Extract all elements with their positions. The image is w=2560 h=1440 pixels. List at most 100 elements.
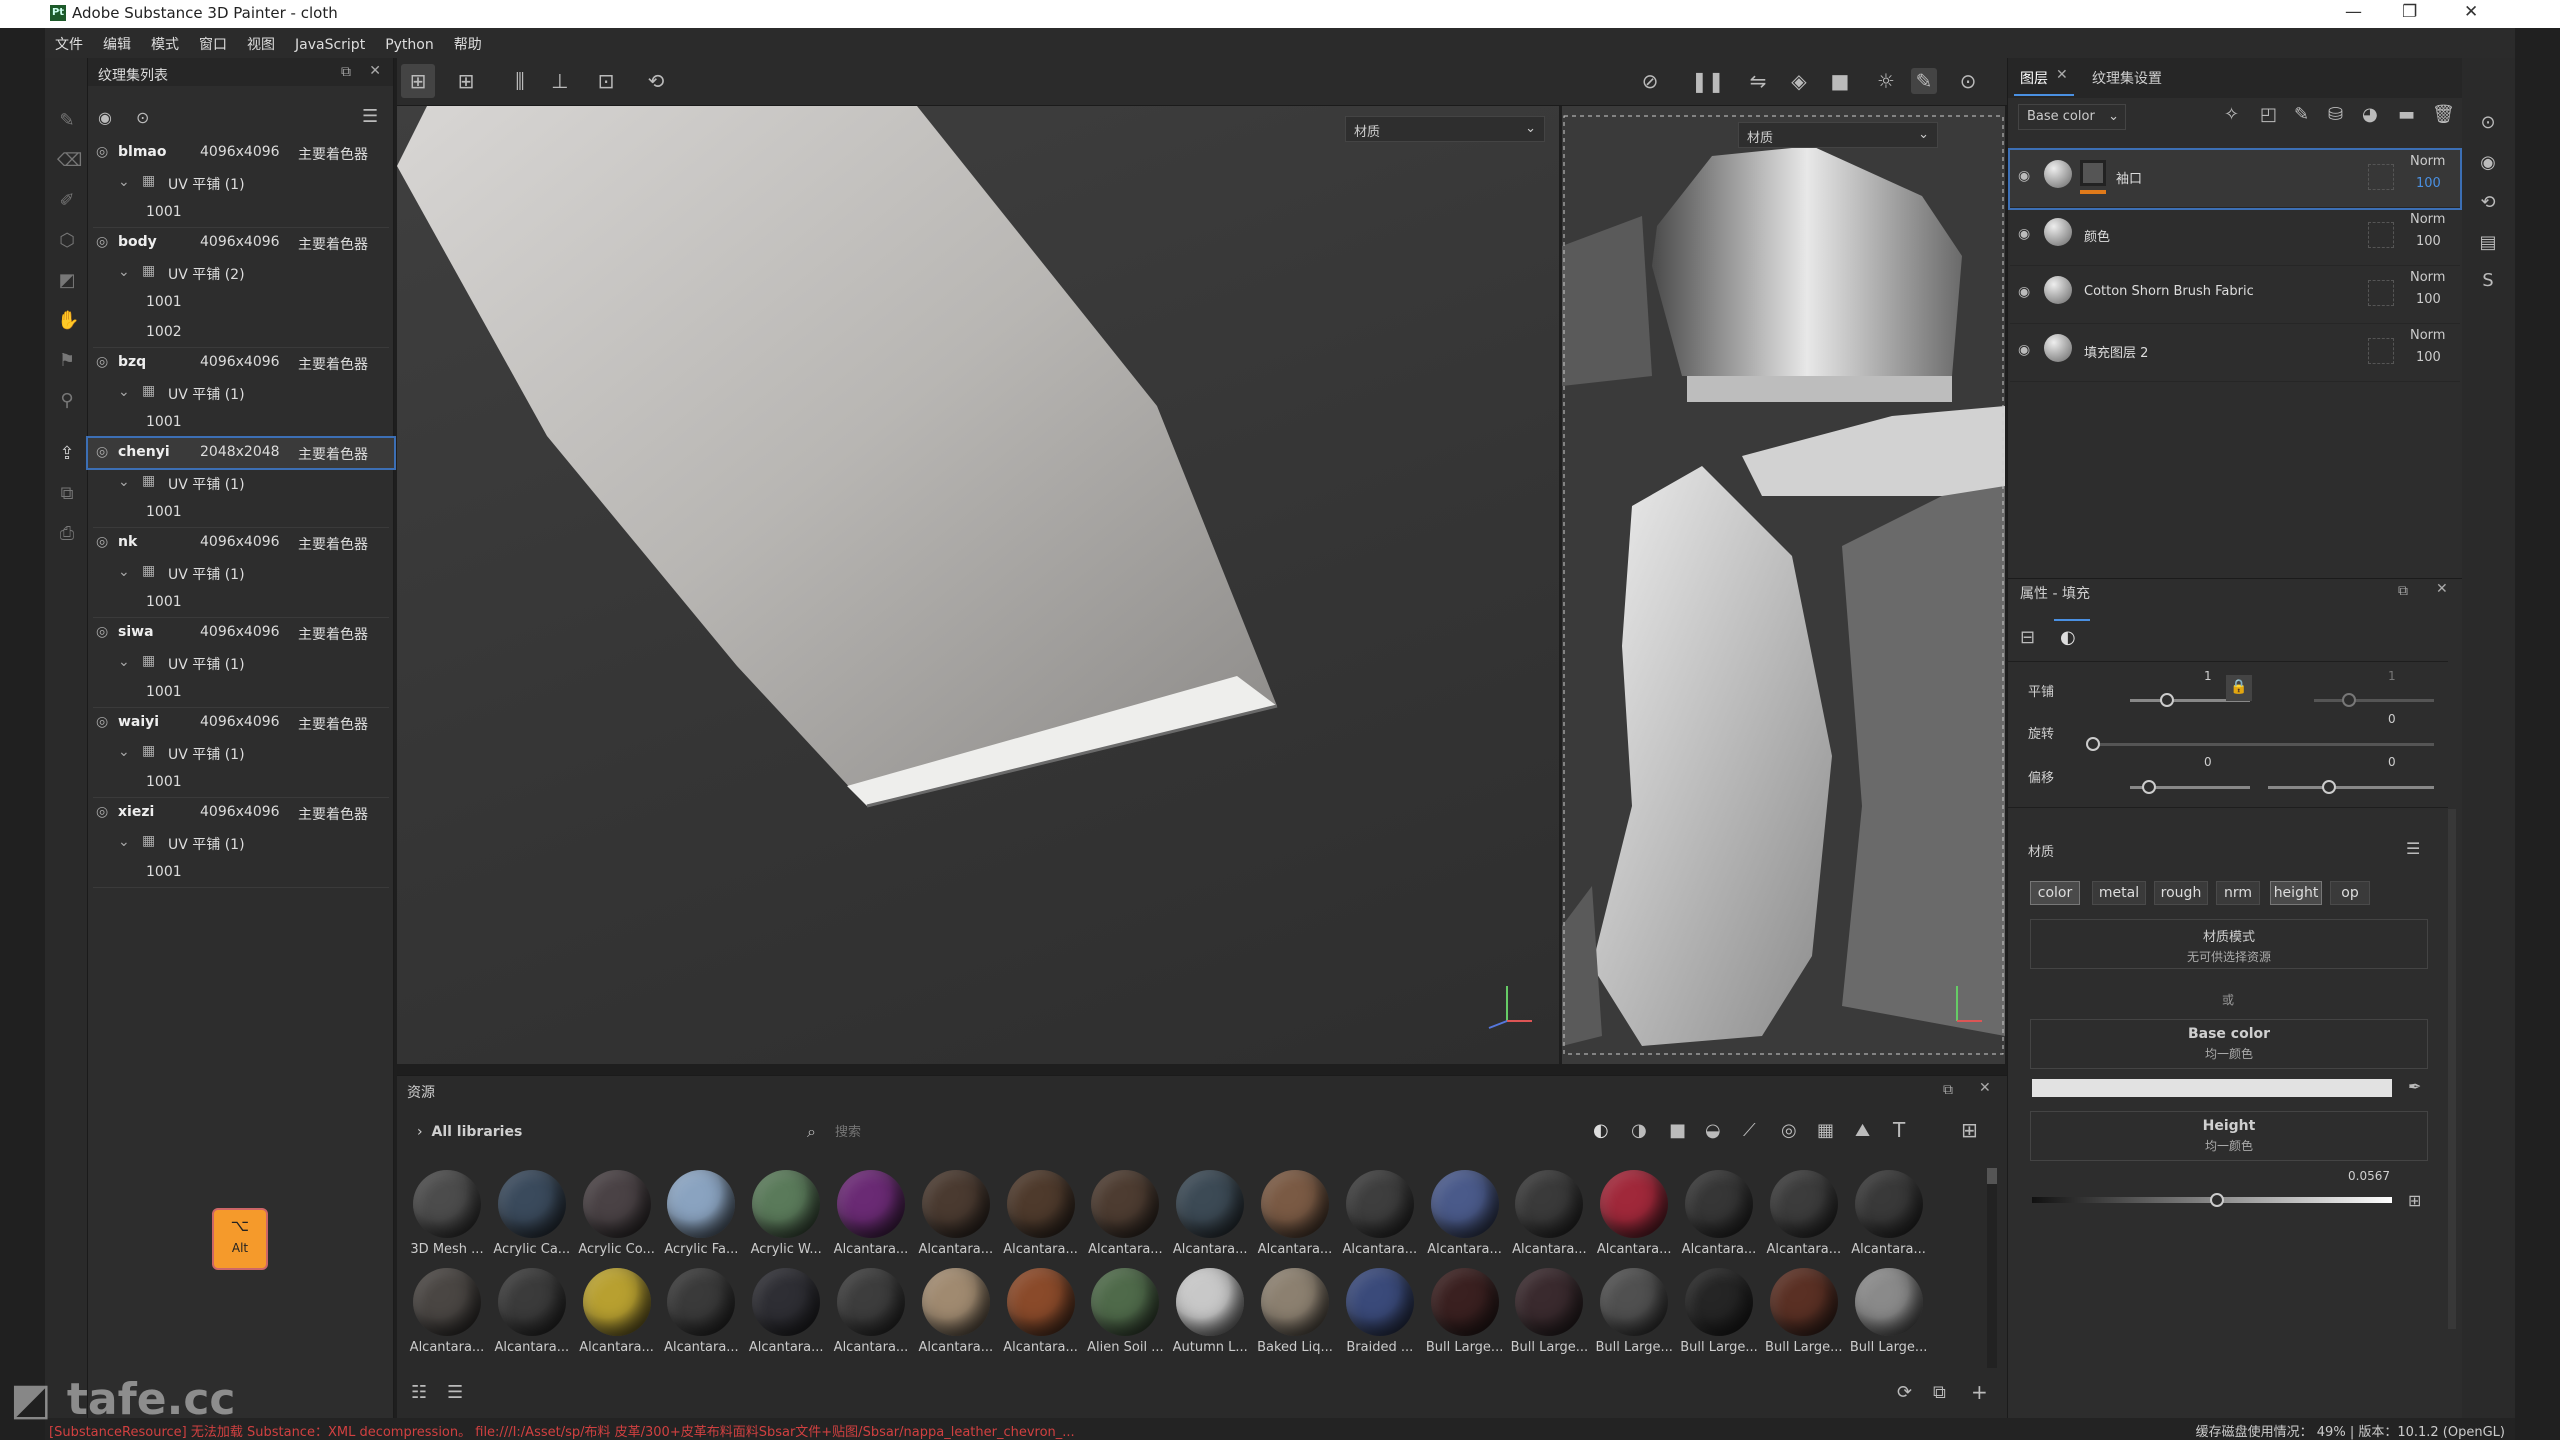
filter-materials-icon[interactable]: ◐ (1593, 1120, 1609, 1141)
eye-icon[interactable]: ◎ (96, 444, 108, 460)
asset-thumbnail[interactable] (1176, 1268, 1245, 1336)
offset-knob[interactable] (2142, 780, 2156, 794)
texture-set-row[interactable]: ◎ nk 4096x4096 主要着色器 (88, 528, 394, 558)
layer-mask-thumbnail[interactable] (2080, 160, 2106, 186)
asset-thumbnail[interactable] (1600, 1170, 1669, 1238)
asset-thumbnail[interactable] (837, 1268, 905, 1336)
history-icon[interactable]: ⟲ (643, 68, 669, 94)
asset-thumbnail[interactable] (1091, 1170, 1160, 1238)
height-box[interactable]: Height 均一颜色 (2030, 1111, 2428, 1161)
eye-icon[interactable]: ◉ (2018, 168, 2030, 184)
filter-particles-icon[interactable]: ◎ (1781, 1120, 1797, 1141)
add-library-icon[interactable]: ☷ (411, 1382, 427, 1403)
filter-masks-icon[interactable]: ■ (1669, 1120, 1686, 1141)
channel-metal-button[interactable]: metal (2092, 881, 2146, 905)
light-icon[interactable]: ☼ (1873, 68, 1899, 94)
float-panel-icon[interactable]: ⧉ (341, 64, 351, 80)
uv-tile-item[interactable]: 1001 (88, 408, 394, 438)
chevron-down-icon[interactable]: ⌄ (118, 174, 130, 190)
texture-set-row[interactable]: ◎ bzq 4096x4096 主要着色器 (88, 348, 394, 378)
menu-javascript[interactable]: JavaScript (285, 31, 375, 59)
texture-set-row[interactable]: ◎ siwa 4096x4096 主要着色器 (88, 618, 394, 648)
assets-search-input[interactable] (835, 1120, 1355, 1144)
uv-tile-item[interactable]: 1002 (88, 318, 394, 348)
visibility-toggle-icon[interactable]: ◉ (98, 108, 112, 127)
asset-thumbnail[interactable] (1515, 1268, 1584, 1336)
asset-thumbnail[interactable] (1600, 1268, 1669, 1336)
eye-icon[interactable]: ◎ (96, 624, 108, 640)
add-smart-material-icon[interactable]: ◕ (2362, 104, 2378, 125)
properties-scrollbar[interactable] (2448, 809, 2456, 1329)
shader-settings-icon[interactable]: ◉ (2478, 152, 2498, 173)
asset-thumbnail[interactable] (497, 1268, 566, 1336)
uv-tile-item[interactable]: 1001 (88, 498, 394, 528)
viewport-2d[interactable]: 材质⌄ ⊞ (1562, 106, 2005, 1064)
asset-thumbnail[interactable] (1430, 1268, 1499, 1336)
filter-environments-icon[interactable]: ⛰ (1855, 1120, 1870, 1141)
rotation-knob[interactable] (2086, 737, 2100, 751)
lock-icon[interactable]: 🔒 (2226, 675, 2252, 701)
symmetry-icon[interactable]: ⫼ (507, 68, 533, 94)
uv-tile-row[interactable]: ⌄ ▦ UV 平铺 (1) (88, 468, 394, 498)
maximize-button[interactable]: ❐ (2402, 2, 2417, 22)
eye-icon[interactable]: ◎ (96, 234, 108, 250)
filter-generators-icon[interactable]: ◒ (1705, 1120, 1721, 1141)
offset-slider-2[interactable] (2268, 786, 2434, 789)
uv-tile-row[interactable]: ⌄ ▦ UV 平铺 (1) (88, 648, 394, 678)
layer-opacity[interactable]: 100 (2416, 350, 2441, 365)
channel-rough-button[interactable]: rough (2154, 881, 2208, 905)
chevron-down-icon[interactable]: ⌄ (118, 384, 130, 400)
asset-thumbnail[interactable] (413, 1170, 481, 1238)
height-knob[interactable] (2210, 1193, 2224, 1207)
projection-icon[interactable]: ✐ (57, 190, 77, 211)
uv-tile-item[interactable]: 1001 (88, 288, 394, 318)
close-panel-icon[interactable]: ✕ (369, 63, 381, 79)
channel-op-button[interactable]: op (2330, 881, 2370, 905)
asset-thumbnail[interactable] (1006, 1268, 1075, 1336)
channel-nrm-button[interactable]: nrm (2216, 881, 2260, 905)
history-panel-icon[interactable]: ⟲ (2478, 192, 2498, 213)
menu-edit[interactable]: 编辑 (93, 28, 141, 60)
asset-thumbnail[interactable] (1006, 1170, 1075, 1238)
geometry-mask-icon[interactable]: ⬡ (57, 230, 77, 251)
hide-icon[interactable]: ⊘ (1637, 68, 1663, 94)
material-settings-icon[interactable]: ◐ (2060, 627, 2076, 648)
grid-view-icon[interactable]: ⊞ (1961, 1118, 1978, 1142)
grid-icon[interactable]: ⊞ (453, 68, 479, 94)
channel-color-button[interactable]: color (2030, 881, 2080, 905)
blend-mode[interactable]: Norm (2410, 212, 2445, 227)
asset-thumbnail[interactable] (1685, 1268, 1753, 1336)
uv-tile-icon[interactable]: ⊞ (401, 64, 435, 98)
filter-smart-materials-icon[interactable]: ◑ (1631, 1120, 1647, 1141)
camera-icon[interactable]: ⊙ (1955, 68, 1981, 94)
eye-icon[interactable]: ◎ (96, 804, 108, 820)
asset-thumbnail[interactable] (752, 1170, 821, 1238)
asset-thumbnail[interactable] (1685, 1170, 1753, 1238)
uv-tile-item[interactable]: 1001 (88, 858, 394, 888)
tab-layers[interactable]: 图层 (2020, 68, 2048, 88)
fit-icon[interactable]: ⊡ (593, 68, 619, 94)
menu-mode[interactable]: 模式 (141, 28, 189, 60)
paint-mode-icon[interactable]: ✎ (1911, 68, 1937, 94)
add-asset-icon[interactable]: + (1971, 1380, 1988, 1404)
layer-opacity[interactable]: 100 (2416, 176, 2441, 191)
uv-tile-item[interactable]: 1001 (88, 198, 394, 228)
bake-icon[interactable]: ⇪ (57, 443, 77, 464)
uv-tile-row[interactable]: ⌄ ▦ UV 平铺 (1) (88, 168, 394, 198)
float-assets-icon[interactable]: ⧉ (1943, 1082, 1953, 1098)
tab-texture-set-settings[interactable]: 纹理集设置 (2092, 68, 2162, 88)
viewport-3d[interactable]: 材质 ⌄ (397, 106, 1559, 1064)
viewport-3d-mode-dropdown[interactable]: 材质 ⌄ (1345, 116, 1545, 142)
asset-thumbnail[interactable] (1261, 1268, 1329, 1336)
chevron-down-icon[interactable]: ⌄ (118, 474, 130, 490)
add-fill-layer-icon[interactable]: ⛁ (2328, 104, 2343, 125)
asset-thumbnail[interactable] (752, 1268, 821, 1336)
camera-mode-icon[interactable]: ■ (1827, 68, 1853, 94)
list-view-icon[interactable]: ☰ (447, 1382, 463, 1403)
asset-thumbnail[interactable] (1854, 1268, 1923, 1336)
filter-text-icon[interactable]: T (1893, 1118, 1905, 1142)
blend-mode[interactable]: Norm (2410, 270, 2445, 285)
chevron-down-icon[interactable]: ⌄ (118, 564, 130, 580)
chevron-down-icon[interactable]: ⌄ (118, 654, 130, 670)
asset-thumbnail[interactable] (1515, 1170, 1584, 1238)
